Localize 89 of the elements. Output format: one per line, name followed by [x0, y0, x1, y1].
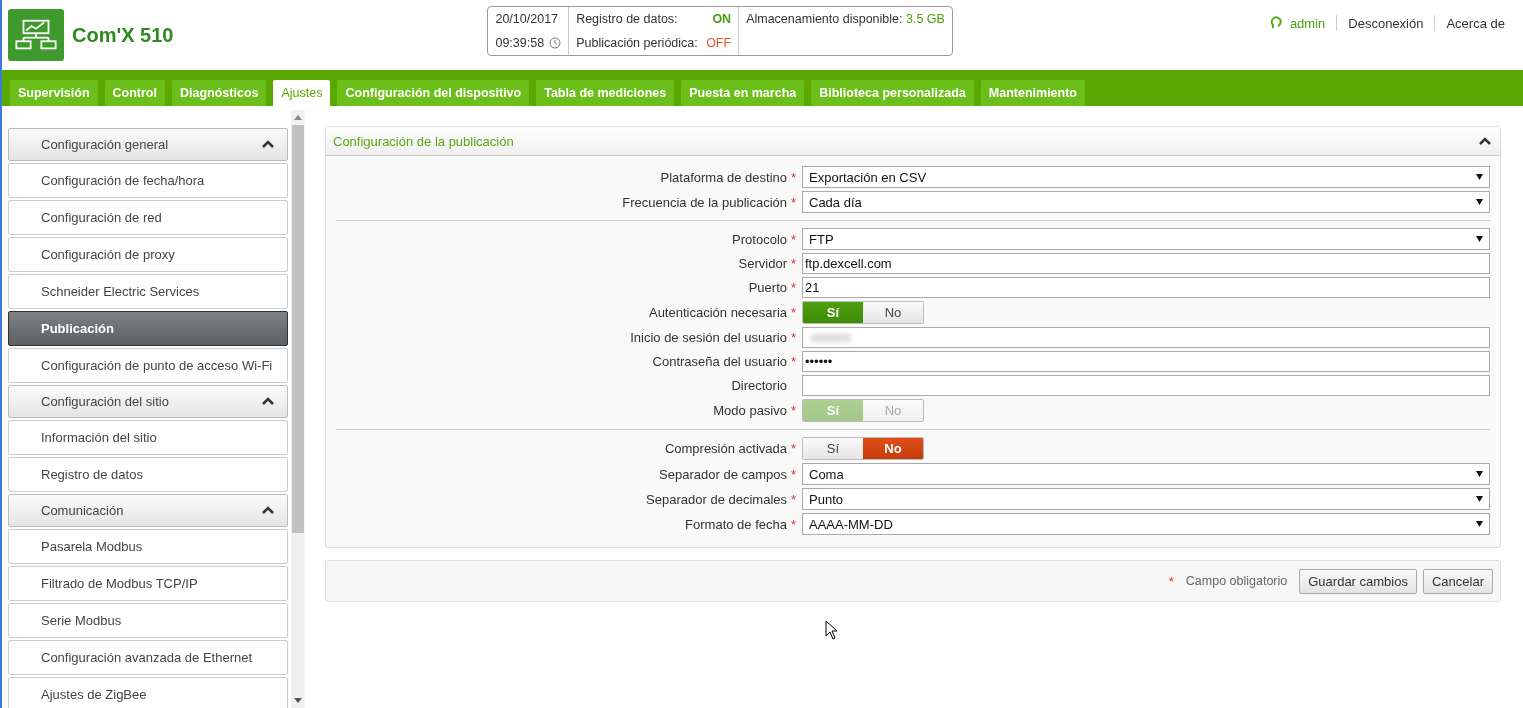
panel-title: Configuración de la publicación	[333, 133, 514, 149]
cursor-icon	[825, 620, 838, 640]
sidebar-item[interactable]: Registro de datos	[8, 457, 288, 492]
scroll-up-icon[interactable]	[294, 115, 302, 120]
status-value: OFF	[706, 36, 732, 50]
field-label: Compresión activada	[664, 441, 787, 456]
status-time: 09:39:58	[495, 36, 545, 50]
status-value: 3.5 GB	[905, 12, 945, 26]
required-mark: *	[791, 256, 798, 271]
field-label: Formato de fecha	[685, 516, 787, 532]
caret-icon	[1476, 496, 1483, 502]
scrollbar[interactable]	[291, 110, 305, 708]
required-note: Campo obligatorio	[1185, 574, 1288, 588]
input-field[interactable]: ••••••	[802, 351, 1490, 372]
required-mark: *	[791, 491, 798, 507]
sidebar-item[interactable]: Configuración de punto de acceso Wi-Fi	[8, 348, 288, 383]
required-mark: *	[791, 194, 798, 210]
sidebar-item[interactable]: Configuración de fecha/hora	[8, 163, 288, 198]
field-label: Directorio	[731, 378, 787, 393]
caret-icon	[1476, 174, 1483, 180]
required-mark: *	[791, 231, 798, 247]
app-logo-icon	[8, 9, 64, 61]
field-label: Contraseña del usuario	[652, 354, 787, 369]
sidebar-item[interactable]: Configuración de red	[8, 200, 288, 235]
required-mark: *	[791, 305, 798, 320]
caret-icon	[1476, 471, 1483, 477]
caret-icon	[1476, 199, 1483, 205]
dropdown[interactable]: Cada día	[802, 191, 1490, 213]
header-link[interactable]: Acerca de	[1444, 15, 1507, 31]
status-label: Almacenamiento disponible:	[746, 12, 903, 26]
dropdown[interactable]: FTP	[802, 228, 1490, 250]
app-title: Com'X 510	[72, 23, 174, 47]
toggle-option[interactable]: Sí	[803, 302, 863, 323]
header-link[interactable]: Desconexión	[1346, 15, 1426, 31]
field-label: Servidor	[738, 256, 787, 271]
field-label: Protocolo	[732, 231, 787, 247]
status-label: Publicación periódica:	[576, 36, 698, 50]
required-mark: *	[791, 169, 798, 185]
status-date: 20/10/2017	[495, 12, 560, 26]
sidebar-item[interactable]: Pasarela Modbus	[8, 529, 288, 564]
toggle-option[interactable]: Sí	[803, 438, 863, 459]
sidebar-item[interactable]: Configuración de proxy	[8, 237, 288, 272]
required-mark: *	[791, 466, 798, 482]
required-mark: *	[791, 330, 798, 345]
required-mark: *	[791, 280, 798, 295]
sidebar-item[interactable]: Filtrado de Modbus TCP/IP	[8, 566, 288, 601]
required-mark: *	[791, 516, 798, 532]
caret-icon	[1476, 521, 1483, 527]
action-button[interactable]: Guardar cambios	[1299, 568, 1417, 594]
toggle-option[interactable]: No	[863, 438, 923, 459]
required-mark: *	[791, 354, 798, 369]
sidebar-item[interactable]: Configuración avanzada de Ethernet	[8, 640, 288, 675]
status-value: ON	[712, 12, 732, 26]
sidebar-group-header[interactable]: Configuración general	[8, 128, 288, 161]
sidebar-item[interactable]: Información del sitio	[8, 420, 288, 455]
field-label: Inicio de sesión del usuario	[630, 330, 787, 345]
dropdown[interactable]: AAAA-MM-DD	[802, 513, 1490, 535]
input-field[interactable]	[802, 327, 1490, 348]
field-label: Modo pasivo	[713, 403, 787, 418]
scroll-down-icon[interactable]	[294, 698, 302, 703]
field-label: Plataforma de destino	[660, 169, 787, 185]
dropdown[interactable]: Coma	[802, 463, 1490, 485]
user-link[interactable]: admin	[1287, 15, 1328, 31]
clock-icon	[549, 37, 562, 49]
field-label: Frecuencia de la publicación	[622, 194, 787, 210]
caret-icon	[1476, 236, 1483, 242]
action-button[interactable]: Cancelar	[1422, 568, 1493, 594]
sidebar-item[interactable]: Publicación	[8, 311, 288, 346]
status-label: Registro de datos:	[576, 12, 678, 26]
dropdown[interactable]: Exportación en CSV	[802, 166, 1490, 188]
sidebar-group-header[interactable]: Comunicación	[8, 494, 288, 527]
dropdown[interactable]: Punto	[802, 488, 1490, 510]
field-label: Puerto	[748, 280, 787, 295]
field-label: Autenticación necesaria	[648, 305, 787, 320]
sidebar-item[interactable]: Ajustes de ZigBee	[8, 677, 288, 708]
input-field[interactable]	[802, 375, 1490, 396]
required-mark: *	[1168, 573, 1175, 589]
required-mark: *	[791, 441, 798, 456]
toggle-option[interactable]: No	[863, 302, 923, 323]
chevron-up-icon[interactable]	[1478, 136, 1492, 146]
input-field[interactable]: ftp.dexcell.com	[802, 253, 1490, 274]
field-label: Separador de campos	[659, 466, 787, 482]
user-icon	[1269, 16, 1282, 30]
sidebar-item[interactable]: Schneider Electric Services	[8, 274, 288, 309]
sidebar-item[interactable]: Serie Modbus	[8, 603, 288, 638]
input-field[interactable]: 21	[802, 277, 1490, 298]
sidebar-group-header[interactable]: Configuración del sitio	[8, 385, 288, 418]
required-mark: *	[791, 403, 798, 418]
field-label: Separador de decimales	[646, 491, 787, 507]
